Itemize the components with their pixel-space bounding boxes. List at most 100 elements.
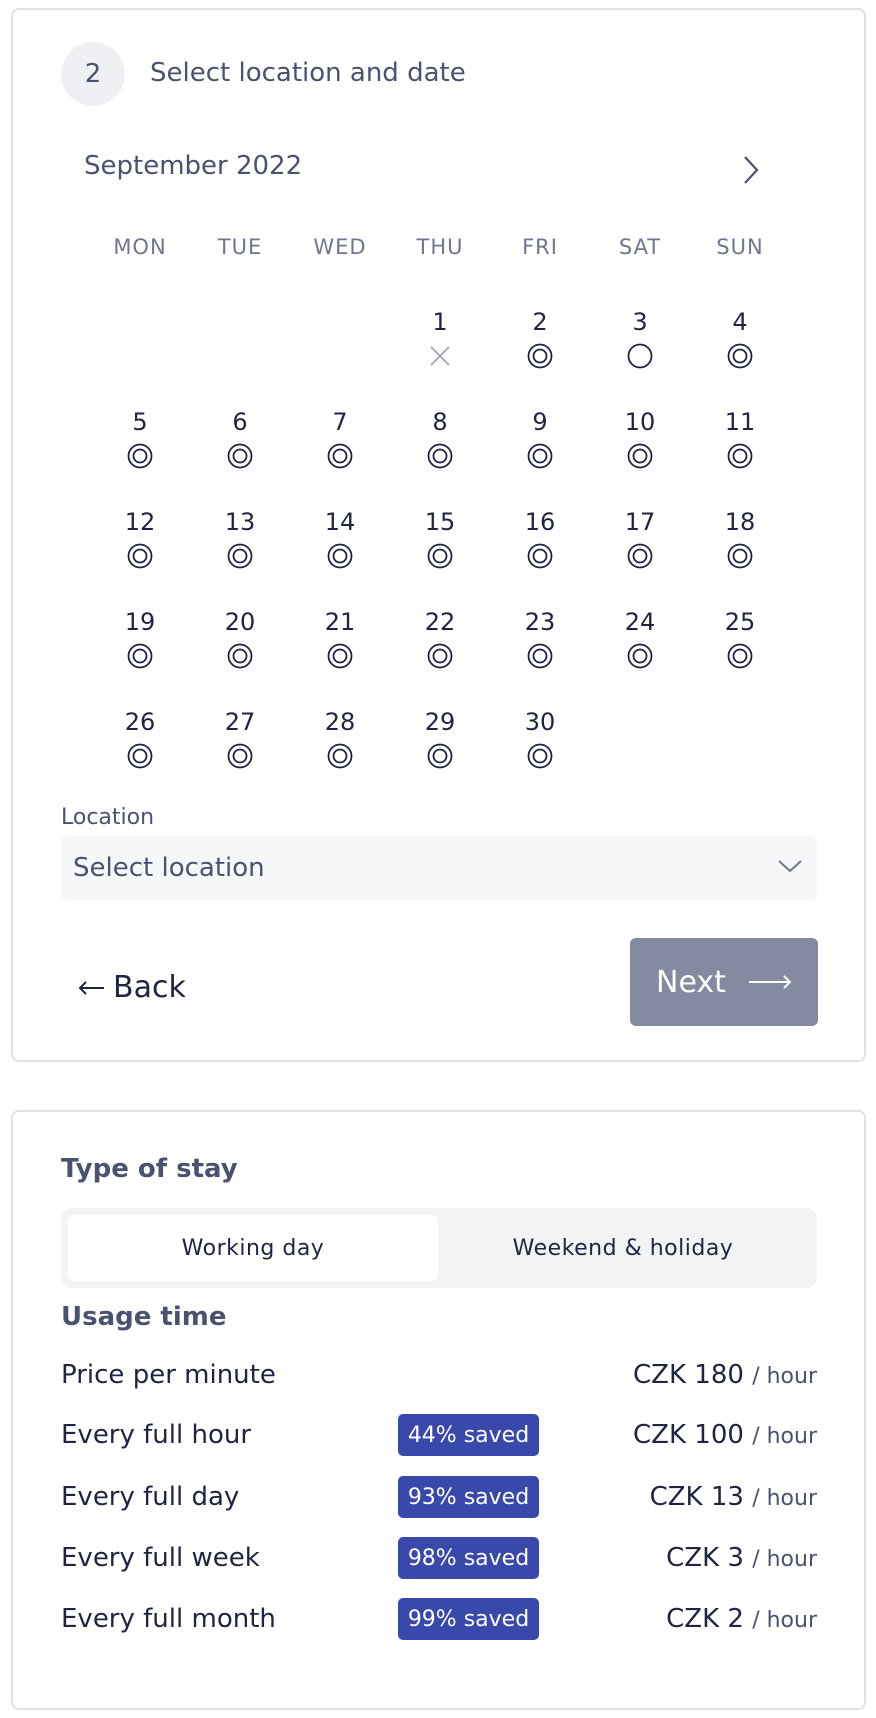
location-select[interactable]: Select location [61, 836, 817, 900]
location-label: Location [61, 805, 155, 830]
day-number: 22 [424, 608, 456, 636]
available-target-icon [226, 542, 254, 570]
day-number: 28 [324, 708, 356, 736]
available-target-icon [226, 442, 254, 470]
toggle-weekend-holiday[interactable]: Weekend & holiday [438, 1215, 808, 1281]
day-number: 21 [324, 608, 356, 636]
day-number: 23 [524, 608, 556, 636]
available-target-icon [626, 442, 654, 470]
day-number: 10 [624, 408, 656, 436]
day-number: 29 [424, 708, 456, 736]
calendar-day[interactable]: 26 [90, 708, 190, 788]
price-row-label: Every full hour [61, 1420, 252, 1450]
available-target-icon [426, 442, 454, 470]
calendar-day[interactable]: 12 [90, 508, 190, 588]
price-row: Every full month 99% saved CZK 2 / hour [61, 1598, 817, 1642]
calendar-grid: MON TUE WED THU FRI SAT SUN 1 2 3 4 5 6 7 8 9 10 11 12 13 14… [13, 10, 868, 770]
savings-badge: 93% saved [398, 1476, 539, 1518]
price-row: Every full day 93% saved CZK 13 / hour [61, 1476, 817, 1520]
available-target-icon [526, 542, 554, 570]
calendar-day[interactable]: 27 [190, 708, 290, 788]
price-row-label: Every full day [61, 1482, 240, 1512]
price-value: CZK 13 / hour [649, 1482, 817, 1512]
calendar-day[interactable]: 23 [490, 608, 590, 688]
price-row: Every full hour 44% saved CZK 100 / hour [61, 1414, 817, 1458]
price-value: CZK 3 / hour [666, 1543, 817, 1573]
price-row: Price per minute CZK 180 / hour [61, 1354, 817, 1398]
available-target-icon [526, 742, 554, 770]
calendar-day[interactable]: 11 [690, 408, 790, 488]
price-value: CZK 2 / hour [666, 1604, 817, 1634]
calendar-day[interactable]: 15 [390, 508, 490, 588]
calendar-day[interactable]: 2 [490, 308, 590, 388]
weekday-header: WED [313, 235, 367, 259]
calendar-day[interactable]: 9 [490, 408, 590, 488]
calendar-day[interactable]: 29 [390, 708, 490, 788]
date-location-card: 2 Select location and date September 202… [11, 8, 866, 1062]
price-row-label: Price per minute [61, 1360, 276, 1390]
day-number: 24 [624, 608, 656, 636]
stay-type-heading: Type of stay [61, 1154, 238, 1184]
available-target-icon [226, 742, 254, 770]
calendar-day[interactable]: 21 [290, 608, 390, 688]
calendar-day[interactable]: 19 [90, 608, 190, 688]
available-target-icon [426, 542, 454, 570]
available-target-icon [726, 642, 754, 670]
available-target-icon [226, 642, 254, 670]
day-number: 6 [232, 408, 248, 436]
available-target-icon [726, 342, 754, 370]
day-number: 19 [124, 608, 156, 636]
calendar-day[interactable]: 4 [690, 308, 790, 388]
calendar-day[interactable]: 20 [190, 608, 290, 688]
calendar-day[interactable]: 6 [190, 408, 290, 488]
calendar-day[interactable]: 5 [90, 408, 190, 488]
calendar-day[interactable]: 22 [390, 608, 490, 688]
price-value: CZK 100 / hour [633, 1420, 817, 1450]
weekday-header: MON [113, 235, 167, 259]
savings-badge: 98% saved [398, 1537, 539, 1579]
price-row-label: Every full month [61, 1604, 276, 1634]
day-number: 7 [332, 408, 348, 436]
weekday-header: SAT [618, 235, 662, 259]
calendar-day: 1 [390, 308, 490, 388]
available-target-icon [526, 642, 554, 670]
day-number: 13 [224, 508, 256, 536]
calendar-day[interactable]: 17 [590, 508, 690, 588]
day-number: 27 [224, 708, 256, 736]
day-number: 17 [624, 508, 656, 536]
available-target-icon [326, 442, 354, 470]
calendar-day[interactable]: 16 [490, 508, 590, 588]
day-number: 8 [432, 408, 448, 436]
arrow-left-icon [78, 980, 104, 995]
calendar-day[interactable]: 28 [290, 708, 390, 788]
day-number: 16 [524, 508, 556, 536]
price-value: CZK 180 / hour [633, 1360, 817, 1390]
stay-type-toggle: Working day Weekend & holiday [61, 1208, 817, 1288]
calendar-day[interactable]: 13 [190, 508, 290, 588]
calendar-day[interactable]: 10 [590, 408, 690, 488]
weekday-header: SUN [716, 235, 764, 259]
day-number: 12 [124, 508, 156, 536]
calendar-day[interactable]: 24 [590, 608, 690, 688]
calendar-day[interactable]: 30 [490, 708, 590, 788]
price-row: Every full week 98% saved CZK 3 / hour [61, 1537, 817, 1581]
usage-time-heading: Usage time [61, 1302, 227, 1332]
next-button[interactable]: Next [630, 938, 818, 1026]
calendar-day[interactable]: 14 [290, 508, 390, 588]
calendar-day[interactable]: 7 [290, 408, 390, 488]
back-label: Back [113, 970, 186, 1005]
calendar-day[interactable]: 8 [390, 408, 490, 488]
unavailable-cross-icon [426, 342, 454, 370]
available-target-icon [326, 742, 354, 770]
available-target-icon [126, 742, 154, 770]
savings-badge: 44% saved [398, 1414, 539, 1456]
back-button[interactable]: Back [77, 970, 186, 1005]
available-target-icon [626, 542, 654, 570]
calendar-day[interactable]: 25 [690, 608, 790, 688]
calendar-day[interactable]: 18 [690, 508, 790, 588]
chevron-down-icon [778, 860, 802, 873]
toggle-working-day[interactable]: Working day [68, 1215, 438, 1281]
calendar-day[interactable]: 3 [590, 308, 690, 388]
available-target-icon [326, 542, 354, 570]
available-target-icon [626, 642, 654, 670]
